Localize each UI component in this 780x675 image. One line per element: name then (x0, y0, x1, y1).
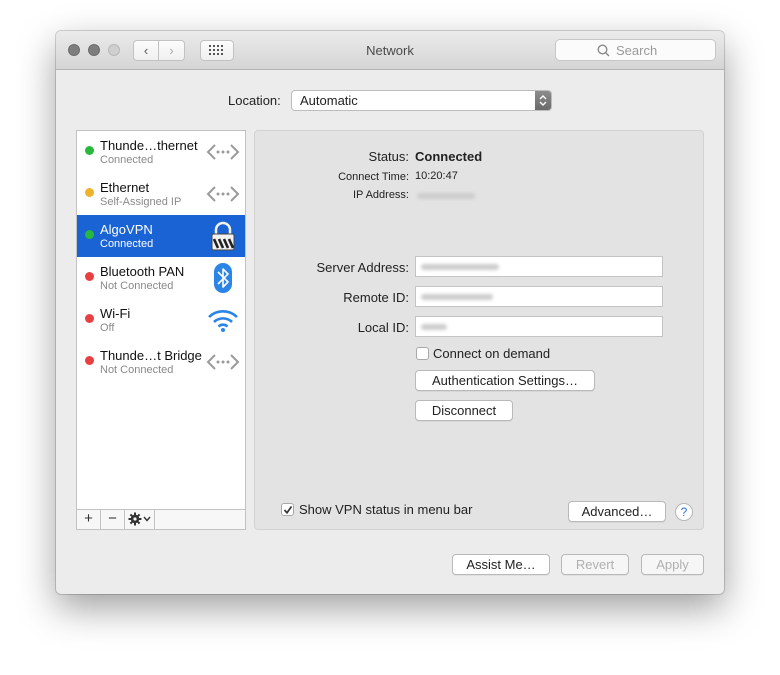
action-menu-button[interactable] (125, 510, 155, 529)
title-bar: ‹ › Network Search (56, 31, 724, 70)
bluetooth-icon (214, 263, 232, 293)
service-status: Self-Assigned IP (100, 196, 182, 208)
service-item-thunderbolt-bridge[interactable]: Thunde…t Bridge Not Connected (77, 341, 245, 383)
ethernet-arrows-icon (206, 354, 240, 370)
service-status: Not Connected (100, 364, 174, 376)
connect-time-label: Connect Time: (338, 171, 409, 183)
remove-service-button[interactable]: − (101, 510, 125, 529)
status-dot (85, 314, 94, 323)
status-dot (85, 230, 94, 239)
location-select[interactable]: Automatic (291, 90, 552, 111)
service-list: Thunde…thernet Connected Ethernet Self-A… (76, 130, 246, 530)
connect-on-demand-label: Connect on demand (433, 346, 551, 361)
service-name: Ethernet (100, 180, 150, 195)
service-name: AlgoVPN (100, 222, 153, 237)
advanced-button[interactable]: Advanced… (568, 501, 666, 522)
service-status: Not Connected (100, 280, 174, 292)
service-name: Thunde…thernet (100, 138, 198, 153)
remote-id-field[interactable] (415, 286, 663, 307)
ethernet-arrows-icon (206, 144, 240, 160)
status-dot (85, 146, 94, 155)
local-id-field[interactable] (415, 316, 663, 337)
show-vpn-status-checkbox[interactable] (281, 503, 294, 516)
service-status: Connected (100, 154, 154, 166)
redacted-value (421, 294, 493, 300)
connect-on-demand-checkbox[interactable] (416, 347, 429, 360)
connect-time-value: 10:20:47 (415, 170, 458, 182)
service-item-algovpn[interactable]: AlgoVPN Connected (77, 215, 245, 257)
ethernet-arrows-icon (206, 186, 240, 202)
service-item-thunderbolt-ethernet[interactable]: Thunde…thernet Connected (77, 131, 245, 173)
ip-address-label: IP Address: (352, 189, 409, 201)
authentication-settings-button[interactable]: Authentication Settings… (415, 370, 595, 391)
status-dot (85, 356, 94, 365)
status-label: Status: (368, 149, 409, 164)
assist-me-button[interactable]: Assist Me… (452, 554, 550, 575)
search-field[interactable]: Search (555, 39, 716, 61)
service-status: Connected (100, 238, 154, 250)
search-icon (597, 44, 610, 57)
service-name: Thunde…t Bridge (100, 348, 202, 363)
server-address-field[interactable] (415, 256, 663, 277)
disconnect-button[interactable]: Disconnect (415, 400, 513, 421)
show-vpn-status-label: Show VPN status in menu bar (299, 502, 473, 517)
remote-id-label: Remote ID: (343, 290, 409, 305)
server-address-label: Server Address: (316, 260, 410, 275)
gear-icon (128, 512, 151, 526)
help-button[interactable]: ? (675, 503, 693, 521)
status-value: Connected (415, 149, 483, 164)
service-item-ethernet[interactable]: Ethernet Self-Assigned IP (77, 173, 245, 215)
location-value: Automatic (300, 93, 358, 108)
updown-arrows-icon (535, 91, 551, 110)
location-label: Location: (228, 93, 281, 108)
service-list-toolbar: + − (77, 509, 245, 529)
redacted-value (421, 264, 499, 270)
status-dot (85, 188, 94, 197)
vpn-detail-pane: Status: Connected Connect Time: 10:20:47… (254, 130, 704, 530)
checkmark-icon (283, 506, 293, 515)
service-status: Off (100, 322, 115, 334)
service-item-bluetooth-pan[interactable]: Bluetooth PAN Not Connected (77, 257, 245, 299)
revert-button[interactable]: Revert (561, 554, 629, 575)
wifi-icon (208, 310, 238, 332)
redacted-value (421, 324, 447, 330)
status-dot (85, 272, 94, 281)
service-item-wifi[interactable]: Wi-Fi Off (77, 299, 245, 341)
service-name: Wi-Fi (100, 306, 131, 321)
vpn-lock-icon (211, 221, 235, 251)
ip-address-value-redacted (417, 193, 475, 199)
service-name: Bluetooth PAN (100, 264, 185, 279)
apply-button[interactable]: Apply (641, 554, 704, 575)
search-placeholder: Search (616, 43, 658, 58)
local-id-label: Local ID: (357, 320, 409, 335)
add-service-button[interactable]: + (77, 510, 101, 529)
network-preferences-window: ‹ › Network Search Location: Automatic T… (56, 31, 724, 594)
